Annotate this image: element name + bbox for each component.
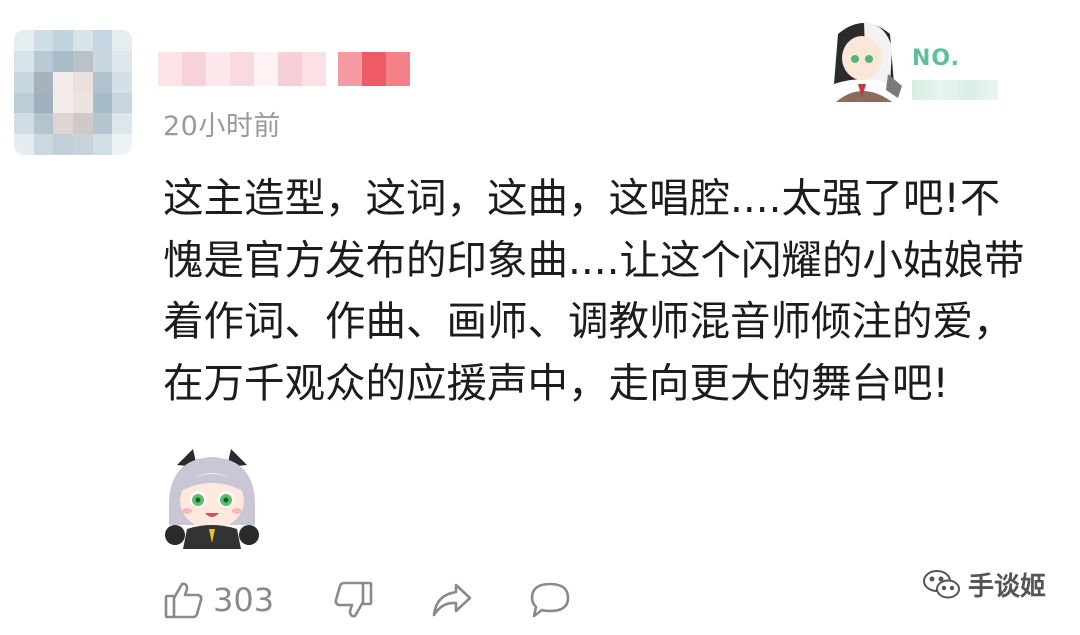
comment-line: 着作词、作曲、画师、调教师混音师倾注的爱， xyxy=(163,297,1014,345)
comment-line: 这主造型，这词，这曲，这唱腔....太强了吧!不 xyxy=(163,174,1001,222)
thumbs-down-icon xyxy=(334,581,373,618)
user-avatar[interactable] xyxy=(14,30,132,155)
sticker-emoji xyxy=(165,449,259,549)
share-button[interactable] xyxy=(430,579,474,621)
like-button[interactable]: 303 xyxy=(163,579,274,621)
speech-bubble-icon xyxy=(530,582,570,618)
dislike-button[interactable] xyxy=(332,579,374,621)
watermark: 手谈姬 xyxy=(922,566,1046,603)
comment-line: 愧是官方发布的印象曲....让这个闪耀的小姑娘带 xyxy=(163,235,1025,284)
comment-actions: 303 xyxy=(163,572,572,628)
comment-card: 20小时前 NO. 这主造型，这词，这曲，这唱腔....太强了吧!不 愧是官方发… xyxy=(0,0,1080,635)
share-arrow-icon xyxy=(432,583,472,617)
badge-character-avatar xyxy=(834,22,902,102)
comment-text: 这主造型，这词，这曲，这唱腔....太强了吧!不 愧是官方发布的印象曲....让… xyxy=(163,168,1053,414)
watermark-text: 手谈姬 xyxy=(968,572,1047,602)
wechat-icon xyxy=(923,569,960,598)
comment-line: 在万千观众的应援声中，走向更大的舞台吧! xyxy=(163,358,949,407)
username-blurred[interactable] xyxy=(158,52,410,86)
reply-button[interactable] xyxy=(528,579,572,621)
badge-label: NO. xyxy=(912,46,960,71)
comment-timestamp: 20小时前 xyxy=(163,111,281,142)
like-count: 303 xyxy=(213,581,275,619)
thumbs-up-icon xyxy=(164,582,203,619)
badge-name-blurred xyxy=(912,80,998,100)
